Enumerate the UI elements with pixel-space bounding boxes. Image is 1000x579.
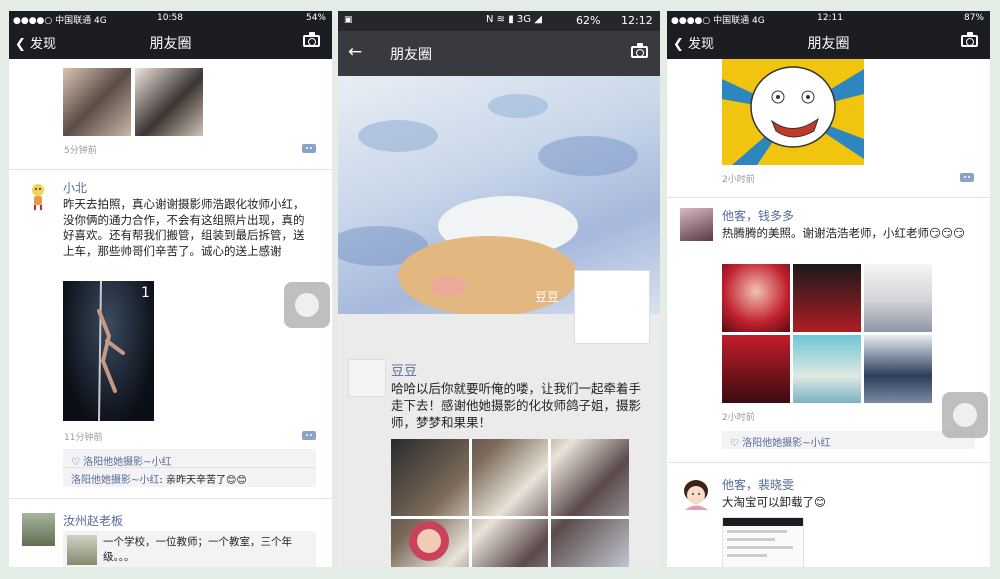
comment-icon[interactable] (302, 144, 316, 153)
profile-name[interactable]: 豆豆 (535, 288, 559, 305)
post-time: 11分钟前 (64, 433, 103, 443)
commenter-name[interactable]: 洛阳他她摄影~小红 (71, 475, 159, 486)
post-photo[interactable] (793, 264, 861, 332)
divider (9, 169, 332, 170)
page-title: 朋友圈 (807, 36, 850, 52)
image-notification-icon: ▣ (344, 15, 353, 25)
post-photo-grid[interactable] (391, 439, 629, 567)
divider (9, 498, 332, 499)
nav-bar: ❮ 发现 朋友圈 (9, 25, 332, 59)
assistive-touch-button[interactable] (942, 392, 988, 438)
shared-link-card[interactable]: 一个学校，一位教师；一个教室，三个年级。。。 (63, 531, 316, 567)
status-bar: ▣ N ≋ ▮ 3G ◢ 62% 12:12 (338, 11, 660, 31)
link-title: 一个学校，一位教师；一个教室，三个年级。。。 (103, 536, 292, 563)
battery: 62% (576, 14, 601, 27)
avatar[interactable] (680, 208, 713, 241)
divider (667, 197, 990, 198)
comment-text: : 亲昨天辛苦了😊😊 (159, 475, 247, 486)
post-photo[interactable] (722, 335, 790, 403)
back-arrow-icon[interactable]: ← (348, 42, 362, 62)
battery: 54% (305, 13, 326, 23)
post-time: 5分钟前 (64, 146, 97, 156)
comment-row[interactable]: 洛阳他她摄影~小红: 亲昨天辛苦了😊😊 (71, 471, 247, 486)
post-author[interactable]: 小北 (63, 179, 87, 196)
status-bar: ●●●●○ 中国联通 4G 12:11 87% (667, 11, 990, 26)
post-photo[interactable] (63, 68, 131, 136)
post-time: 2小时前 (722, 175, 755, 185)
nav-bar: ❮ 发现 朋友圈 (667, 25, 990, 59)
post-screenshot-image[interactable] (722, 517, 804, 567)
liker-name[interactable]: 洛阳他她摄影~小红 (742, 438, 830, 449)
post-photo[interactable] (135, 68, 203, 136)
post-author[interactable]: 豆豆 (391, 360, 417, 379)
avatar[interactable] (348, 359, 386, 397)
post-text: 昨天去拍照，真心谢谢摄影师浩跟化妆师小红，没你俩的通力合作，不会有这组照片出现，… (63, 197, 305, 258)
post-photo[interactable]: 1 (63, 280, 154, 422)
nav-bar: ← 朋友圈 (338, 31, 660, 76)
post-author[interactable]: 他客，钱多多 (722, 207, 794, 224)
clock: 10:58 (157, 13, 183, 23)
post-photo[interactable] (722, 264, 790, 332)
phone-screen-middle: ▣ N ≋ ▮ 3G ◢ 62% 12:12 ← 朋友圈 豆豆 豆豆 哈哈以后你… (338, 11, 660, 567)
post-text: 热腾腾的美照。谢谢浩浩老师，小红老师😏😏😏 (722, 226, 965, 240)
post-photo[interactable] (793, 335, 861, 403)
svg-text:1: 1 (141, 285, 150, 301)
post-text: 大淘宝可以卸载了😊 (722, 495, 826, 509)
profile-avatar[interactable] (574, 270, 650, 344)
post-time: 2小时前 (722, 413, 755, 423)
post-author[interactable]: 汝州赵老板 (63, 512, 123, 529)
clock: 12:12 (621, 14, 653, 27)
camera-icon[interactable] (961, 32, 978, 47)
likes-box: ♡ 洛阳他她摄影~小红 (722, 431, 975, 449)
assistive-touch-button[interactable] (284, 282, 330, 328)
comment-icon[interactable] (302, 431, 316, 440)
post-photo[interactable] (864, 264, 932, 332)
battery: 87% (963, 13, 984, 23)
avatar[interactable] (29, 183, 47, 211)
page-title: 朋友圈 (149, 36, 192, 52)
likes-row: ♡ 洛阳他她摄影~小红 (730, 434, 831, 449)
camera-icon[interactable] (631, 43, 648, 58)
likes-row: ♡ 洛阳他她摄影~小红 (71, 453, 172, 468)
likes-comments-box: ♡ 洛阳他她摄影~小红 洛阳他她摄影~小红: 亲昨天辛苦了😊😊 (63, 449, 316, 487)
divider (667, 462, 990, 463)
page-title: 朋友圈 (390, 47, 432, 63)
status-bar: ●●●●○ 中国联通 4G 10:58 54% (9, 11, 332, 26)
camera-icon[interactable] (303, 32, 320, 47)
heart-icon: ♡ (730, 438, 739, 449)
clock: 12:11 (817, 13, 843, 23)
link-thumbnail (67, 535, 97, 565)
comment-icon[interactable] (960, 173, 974, 182)
post-author[interactable]: 他客，裴晓雯 (722, 476, 794, 493)
post-photo[interactable] (864, 335, 932, 403)
post-text: 哈哈以后你就要听俺的喽，让我们一起牵着手走下去！感谢他她摄影的化妆师鸽子姐，摄影… (391, 381, 642, 430)
phone-screen-right: ●●●●○ 中国联通 4G 12:11 87% ❮ 发现 朋友圈 2小时前 他客… (667, 11, 990, 567)
avatar[interactable] (680, 477, 713, 510)
post-meme-image[interactable] (722, 59, 864, 165)
avatar[interactable] (22, 513, 55, 546)
signal-icons: N ≋ ▮ 3G ◢ (486, 14, 542, 25)
